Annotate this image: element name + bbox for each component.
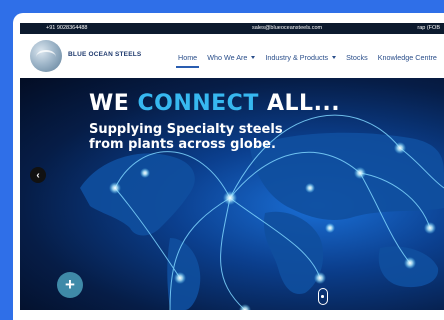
scroll-indicator-icon[interactable] <box>318 288 328 305</box>
caret-down-icon <box>251 55 256 59</box>
logo-mark-icon <box>30 40 62 72</box>
logo-text: BLUE OCEAN STEELS <box>68 51 142 58</box>
phone-number[interactable]: +91 9028364488 <box>46 25 87 31</box>
site-header: BLUE OCEAN STEELS Home Who We Are Indust… <box>20 34 444 78</box>
main-nav: Home Who We Are Industry & Products Stoc… <box>175 48 444 68</box>
top-contact-bar: +91 9028364488 sales@blueoceansteels.com… <box>20 23 444 34</box>
nav-item-who-we-are[interactable]: Who We Are <box>207 52 256 62</box>
chevron-left-icon: ‹ <box>36 169 40 181</box>
hero-title-part1: WE <box>89 91 130 116</box>
nav-label: Who We Are <box>207 52 248 62</box>
nav-item-stocks[interactable]: Stocks <box>346 53 368 62</box>
nav-item-industry-products[interactable]: Industry & Products <box>265 52 337 62</box>
caret-down-icon <box>332 55 337 59</box>
floating-plus-button[interactable]: + <box>57 272 83 298</box>
topbar-right-text: rap (FOB <box>417 25 440 31</box>
email-link[interactable]: sales@blueoceansteels.com <box>252 25 322 31</box>
logo[interactable]: BLUE OCEAN STEELS <box>30 40 142 72</box>
slider-prev-button[interactable]: ‹ <box>30 167 46 183</box>
nav-label: Home <box>178 52 198 62</box>
plus-icon: + <box>65 275 75 294</box>
hero-subtitle: Supplying Specialty steels from plants a… <box>89 122 283 152</box>
hero-title: WE CONNECT ALL... <box>89 91 340 116</box>
hero-banner: WE CONNECT ALL... Supplying Specialty st… <box>20 78 444 310</box>
hero-title-part3: ALL... <box>267 91 341 116</box>
nav-label: Knowledge Centre <box>377 52 437 62</box>
hero-title-part2: CONNECT <box>137 91 259 116</box>
nav-label: Stocks <box>346 52 368 62</box>
nav-label: Industry & Products <box>265 52 329 62</box>
nav-item-knowledge-centre[interactable]: Knowledge Centre <box>378 53 437 62</box>
nav-item-home[interactable]: Home <box>175 52 200 68</box>
